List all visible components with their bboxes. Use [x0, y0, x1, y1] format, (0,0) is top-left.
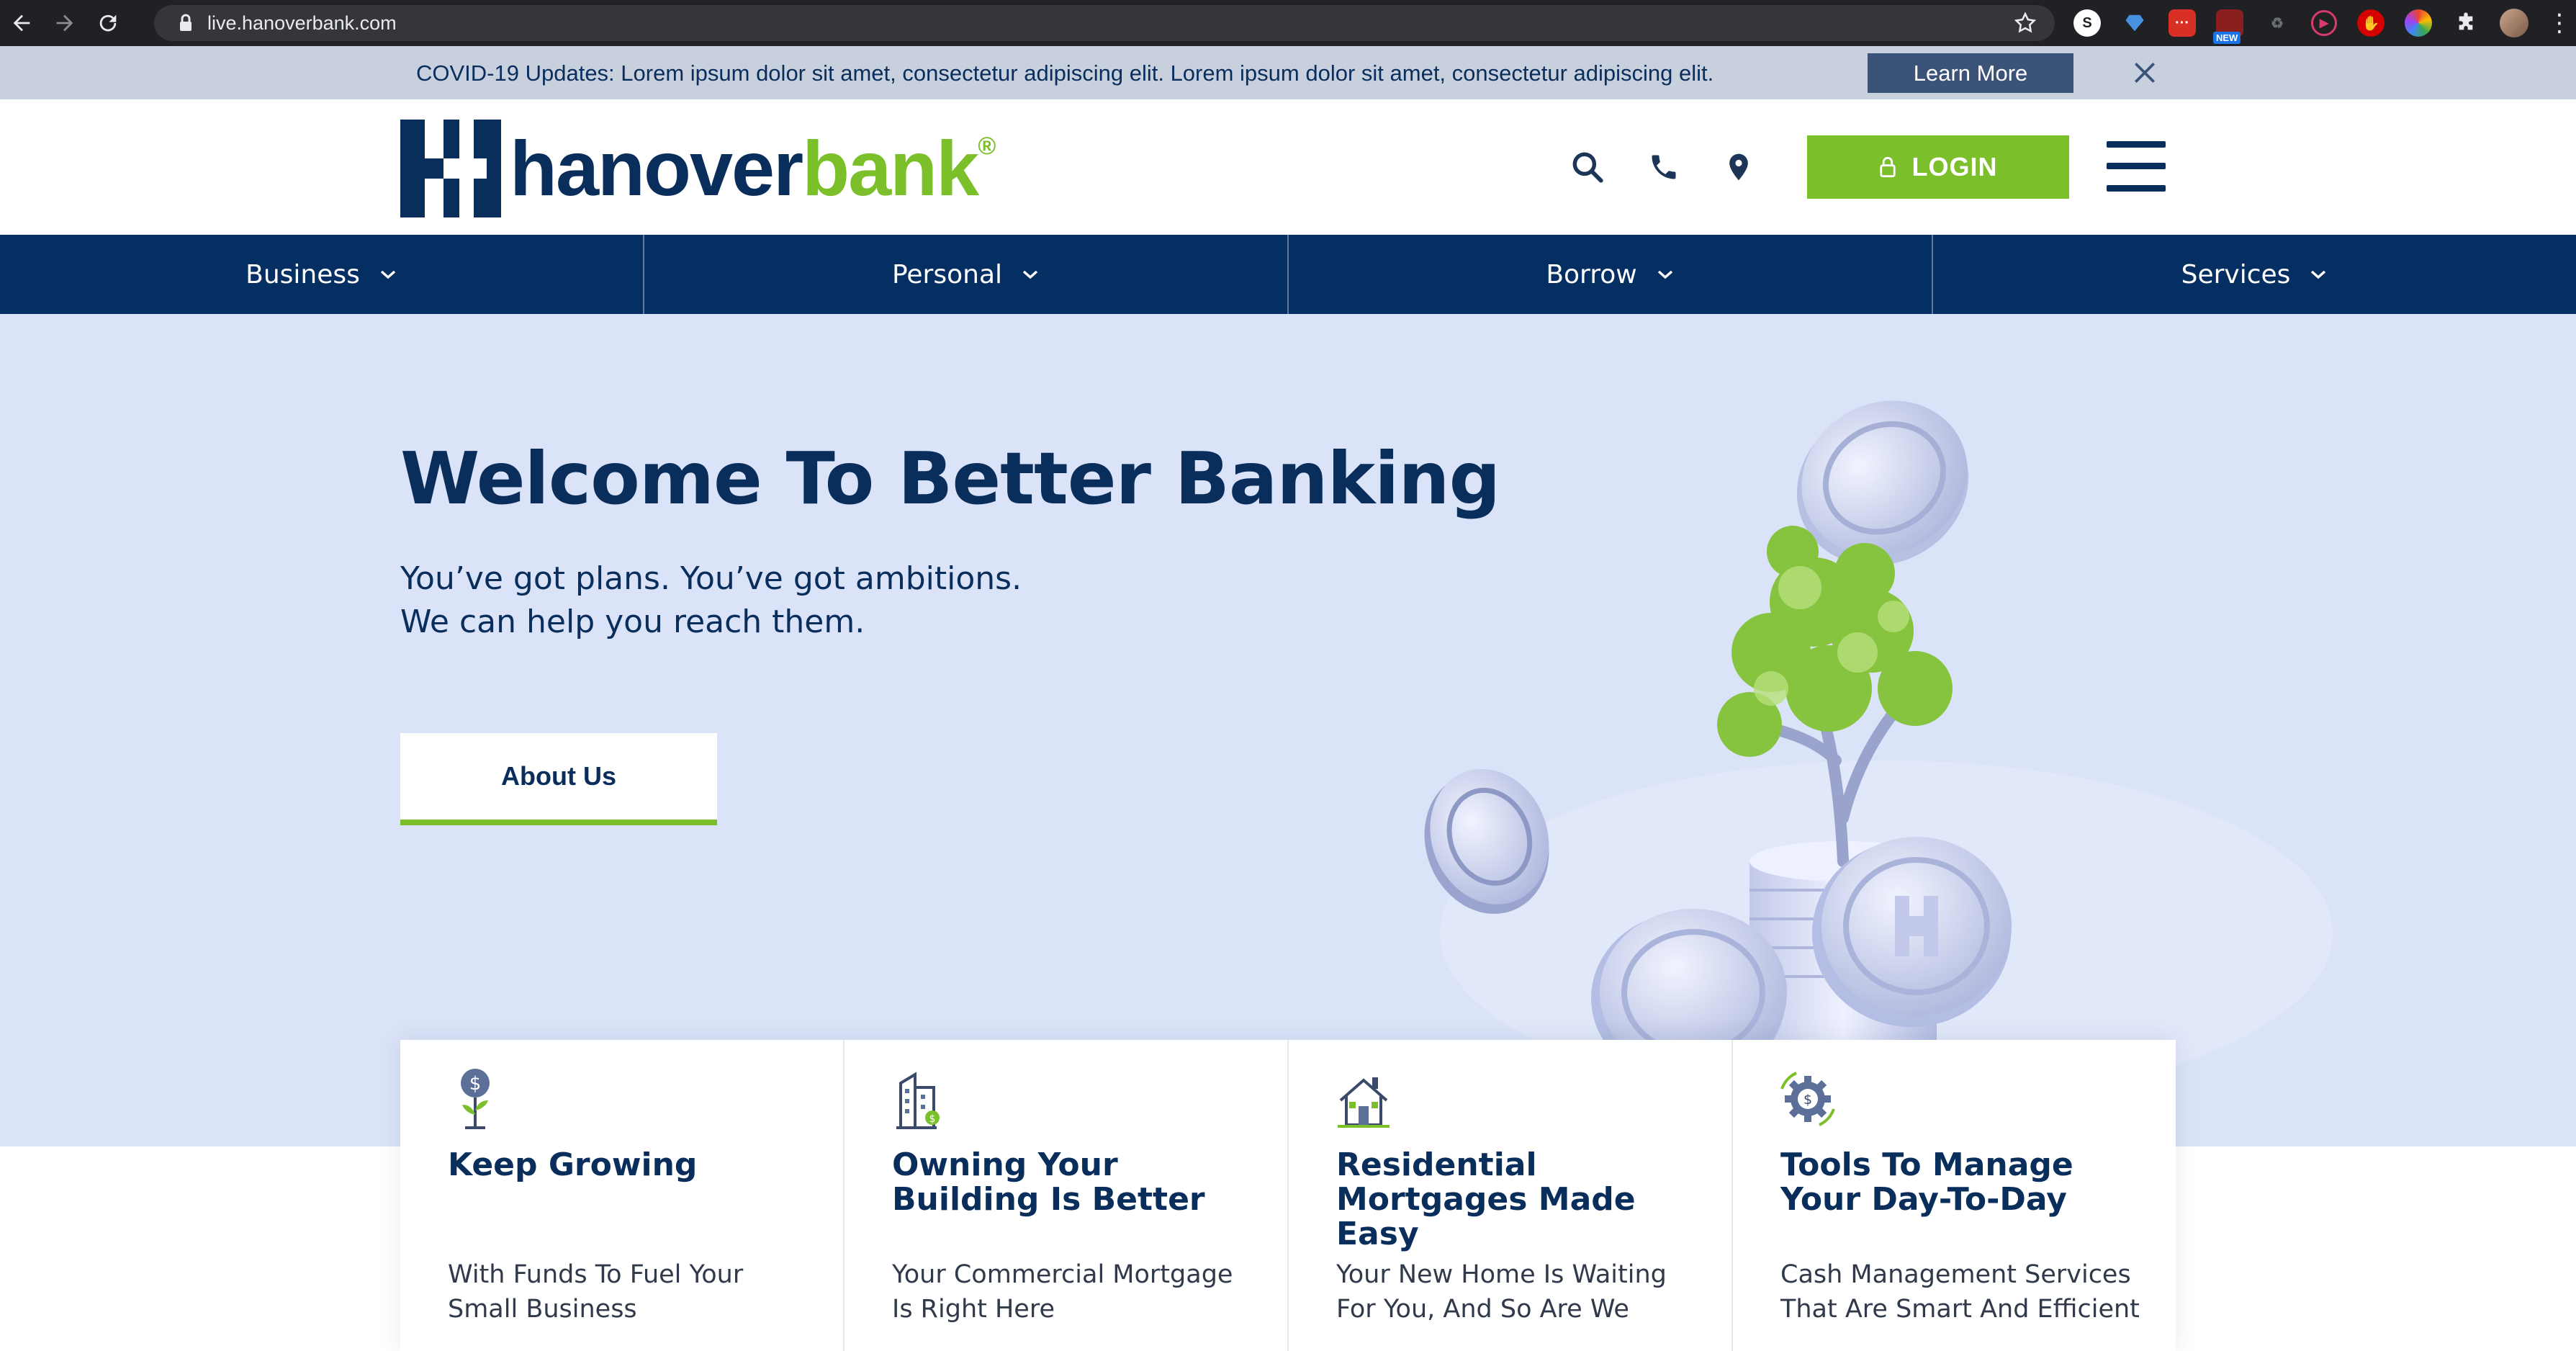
nav-item-borrow[interactable]: Borrow — [1289, 235, 1933, 314]
s-extension-icon[interactable]: S — [2073, 9, 2101, 37]
covid-banner-text: COVID-19 Updates: Lorem ipsum dolor sit … — [416, 60, 1714, 86]
url-text: live.hanoverbank.com — [207, 12, 397, 34]
new-extension-icon[interactable]: NEW — [2213, 9, 2243, 44]
card-description-line: Your New Home Is Waiting — [1336, 1260, 1667, 1289]
card-title: Tools To Manage Your Day-To-Day — [1780, 1146, 2073, 1218]
forward-arrow-icon[interactable] — [43, 0, 86, 46]
hero-subtitle-line: We can help you reach them. — [400, 603, 865, 640]
card-description-line: For You, And So Are We — [1336, 1295, 1629, 1324]
nav-item-label: Services — [2181, 259, 2291, 290]
location-pin-icon[interactable] — [1718, 146, 1760, 188]
play-extension-icon[interactable]: ▶ — [2311, 10, 2337, 36]
card-residential-mortgages[interactable]: Residential Mortgages Made Easy Your New… — [1289, 1040, 1733, 1351]
hero-subtitle: You’ve got plans. You’ve got ambitions. … — [400, 557, 1022, 644]
login-button[interactable]: LOGIN — [1807, 135, 2069, 199]
nav-item-label: Borrow — [1546, 259, 1637, 290]
card-description-line: That Are Smart And Efficient — [1780, 1295, 2140, 1324]
search-icon[interactable] — [1567, 146, 1608, 188]
nav-item-personal[interactable]: Personal — [644, 235, 1289, 314]
main-navigation: Business Personal Borrow Services — [0, 235, 2576, 314]
card-description-line: Cash Management Services — [1780, 1260, 2131, 1289]
card-title: Keep Growing — [448, 1146, 698, 1183]
extensions-bar: S ··· NEW ♻ ▶ ✋ ⋮ — [2073, 0, 2576, 46]
back-arrow-icon[interactable] — [0, 0, 43, 46]
chrome-menu-icon[interactable]: ⋮ — [2547, 9, 2572, 37]
chevron-down-icon — [1657, 270, 1672, 279]
office-building-icon: $ — [896, 1072, 940, 1129]
money-plant-icon: $ — [461, 1069, 490, 1129]
login-label: LOGIN — [1911, 152, 1998, 181]
nav-item-business[interactable]: Business — [0, 235, 644, 314]
hero-subtitle-line: You’ve got plans. You’ve got ambitions. — [400, 560, 1022, 597]
lock-icon — [171, 14, 200, 32]
card-description: Your Commercial Mortgage Is Right Here — [892, 1257, 1252, 1327]
card-title: Residential Mortgages Made Easy — [1336, 1146, 1636, 1252]
covid-banner: COVID-19 Updates: Lorem ipsum dolor sit … — [0, 46, 2576, 99]
card-description-line: Small Business — [448, 1295, 637, 1324]
logo-mark-icon — [400, 120, 501, 217]
card-description-line: Your Commercial Mortgage — [892, 1260, 1233, 1289]
coins-and-tree-illustration — [1424, 400, 2333, 1106]
card-description: With Funds To Fuel Your Small Business — [448, 1257, 808, 1327]
nav-item-label: Personal — [891, 259, 1003, 290]
card-description-line: Is Right Here — [892, 1295, 1055, 1324]
gear-dollar-icon: $ — [1780, 1072, 1835, 1126]
hanover-bank-logo[interactable]: hanoverbank® — [400, 118, 996, 219]
learn-more-button[interactable]: Learn More — [1868, 53, 2073, 93]
puzzle-icon[interactable] — [2452, 9, 2480, 37]
recycle-extension-icon[interactable]: ♻ — [2264, 9, 2291, 37]
svg-text:$: $ — [1803, 1092, 1812, 1108]
hamburger-menu-icon[interactable] — [2107, 141, 2166, 192]
lock-icon — [1879, 156, 1896, 178]
logo-wordmark: hanoverbank® — [510, 125, 996, 212]
house-icon — [1338, 1077, 1390, 1128]
chevron-down-icon — [1022, 270, 1038, 279]
card-owning-building[interactable]: $ Owning Your Building Is Better Your Co… — [845, 1040, 1289, 1351]
card-tools-day-to-day[interactable]: $ Tools To Manage Your Day-To-Day Cash M… — [1733, 1040, 2176, 1351]
card-description: Your New Home Is Waiting For You, And So… — [1336, 1257, 1696, 1327]
nav-item-services[interactable]: Services — [1933, 235, 2576, 314]
card-keep-growing[interactable]: $ Keep Growing With Funds To Fuel Your S… — [400, 1040, 845, 1351]
bookmark-star-icon[interactable] — [2013, 11, 2037, 35]
reload-icon[interactable] — [86, 0, 130, 46]
address-bar[interactable]: live.hanoverbank.com — [154, 5, 2055, 41]
svg-text:$: $ — [469, 1073, 482, 1095]
chevron-down-icon — [2311, 270, 2326, 279]
hero-section: Welcome To Better Banking You’ve got pla… — [0, 314, 2576, 1146]
chevron-down-icon — [380, 270, 396, 279]
stop-extension-icon[interactable]: ✋ — [2357, 9, 2384, 37]
feature-cards: $ Keep Growing With Funds To Fuel Your S… — [400, 1040, 2176, 1351]
nav-item-label: Business — [246, 259, 360, 290]
site-header: hanoverbank® LOGIN — [0, 99, 2576, 235]
phone-icon[interactable] — [1643, 146, 1685, 188]
profile-avatar[interactable] — [2500, 9, 2528, 37]
gem-extension-icon[interactable] — [2121, 9, 2148, 37]
close-icon[interactable] — [2131, 59, 2158, 86]
svg-text:$: $ — [929, 1113, 936, 1125]
dots-extension-icon[interactable]: ··· — [2169, 9, 2196, 37]
color-wheel-extension-icon[interactable] — [2405, 9, 2432, 37]
browser-toolbar: live.hanoverbank.com S ··· NEW ♻ ▶ ✋ ⋮ — [0, 0, 2576, 46]
card-title: Owning Your Building Is Better — [892, 1146, 1205, 1218]
card-description-line: With Funds To Fuel Your — [448, 1260, 744, 1289]
about-us-button[interactable]: About Us — [400, 733, 717, 825]
card-description: Cash Management Services That Are Smart … — [1780, 1257, 2140, 1327]
